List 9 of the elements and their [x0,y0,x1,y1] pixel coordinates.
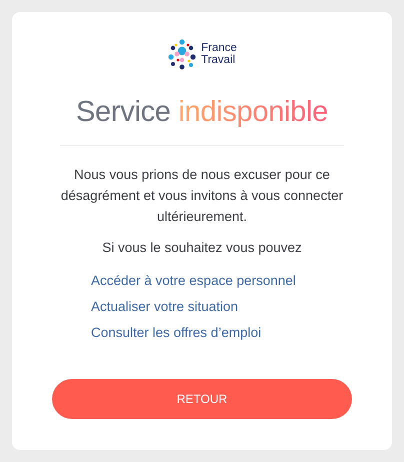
back-button[interactable]: RETOUR [52,379,352,419]
link[interactable]: Actualiser votre situation [91,299,238,314]
logo-text: France Travail [201,42,237,66]
link[interactable]: Accéder à votre espace personnel [91,273,296,288]
title-text: Service [76,96,171,128]
prompt-text: Si vous le souhaitez vous pouvez [102,240,302,255]
link[interactable]: Consulter les offres d’emploi [91,325,262,340]
message-text: Nous vous prions de nous excuser pour ce désagrément et vous invitons à vous connecter ultérieurement. [60,166,344,226]
logo-dots-icon [167,38,198,70]
